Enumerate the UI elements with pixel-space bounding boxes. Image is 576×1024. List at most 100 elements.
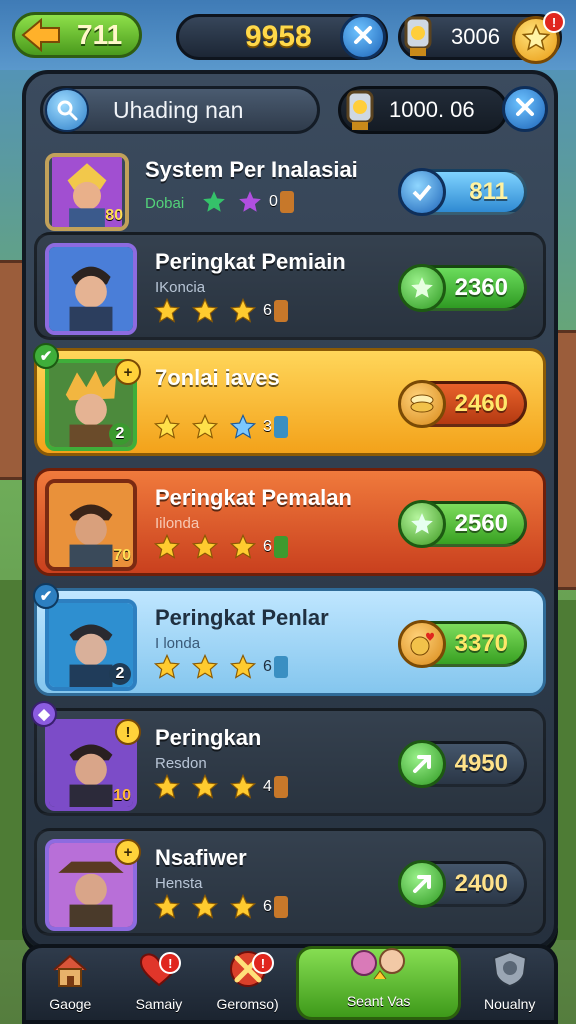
star-burst-icon xyxy=(398,500,446,548)
score-badge[interactable]: 2360 xyxy=(398,264,527,312)
trophy-lantern-icon xyxy=(398,10,438,60)
score-badge[interactable]: 2400 xyxy=(398,860,527,908)
house-icon xyxy=(50,952,90,992)
star-icon xyxy=(191,297,219,323)
bottom-navigation: Gaoge ! Samaiy ! Geromso) Seant Vas Noua… xyxy=(22,944,558,1024)
player-subtitle: Hensta xyxy=(155,875,203,892)
avatar-level: 2 xyxy=(109,663,131,685)
panel-header: Uhading nan 1000. 06 xyxy=(36,84,548,138)
close-x-icon xyxy=(352,24,374,50)
score-value: 3370 xyxy=(454,630,508,657)
score-value: 811 xyxy=(469,178,508,205)
star-icon xyxy=(191,413,219,439)
star-icon xyxy=(153,413,181,439)
player-subtitle: Iilonda xyxy=(155,515,200,532)
back-button[interactable]: 711 xyxy=(12,12,142,58)
rank-number: 0 xyxy=(269,193,278,210)
star-icon xyxy=(229,893,257,919)
star-icon xyxy=(229,653,257,679)
rank-tag-icon xyxy=(273,896,288,918)
rank-number: 4 xyxy=(263,778,272,795)
player-name: 7onlai iaves xyxy=(155,365,280,390)
rank-tag-icon xyxy=(273,300,288,322)
star-icon xyxy=(153,297,181,323)
coin-stack-icon xyxy=(398,380,446,428)
score-badge[interactable]: 2460 xyxy=(398,380,527,428)
score-value: 2460 xyxy=(454,390,508,417)
player-name: Nsafiwer xyxy=(155,845,247,870)
nav-item-friends[interactable]: Seant Vas xyxy=(295,945,462,1020)
rank-tag-icon xyxy=(273,656,288,678)
gem-icon: ◆ xyxy=(31,701,57,727)
rank-stars: 6 xyxy=(153,533,288,561)
list-item[interactable]: Peringkat Pemiain IKoncia 6 2360 xyxy=(34,232,546,340)
player-subtitle: Resdon xyxy=(155,755,207,772)
rank-tag-icon xyxy=(273,776,288,798)
star-button[interactable]: ! xyxy=(512,11,565,64)
plus-icon: + xyxy=(115,839,141,865)
score-badge[interactable]: 4950 xyxy=(398,740,527,788)
avatar xyxy=(45,243,137,335)
gem-value: 3006 xyxy=(451,24,500,49)
star-icon xyxy=(153,893,181,919)
friends-icon xyxy=(344,945,414,989)
nav-label: Seant Vas xyxy=(346,993,411,1009)
player-name: Peringkan xyxy=(155,725,262,750)
shield-icon xyxy=(490,950,530,992)
star-icon xyxy=(191,533,219,559)
search-text: Uhading nan xyxy=(113,96,244,123)
rank-stars: 4 xyxy=(153,773,288,801)
star-icon xyxy=(229,413,257,439)
star-burst-icon xyxy=(398,264,446,312)
search-field[interactable]: Uhading nan xyxy=(40,86,320,134)
avatar: 70 xyxy=(45,479,137,571)
nav-item-home[interactable]: Gaoge xyxy=(26,948,115,1020)
rank-number: 3 xyxy=(263,418,272,435)
nav-item-summary[interactable]: ! Samaiy xyxy=(115,948,204,1020)
score-value: 2360 xyxy=(454,274,508,301)
score-value: 4950 xyxy=(454,750,508,777)
nav-item-shield[interactable]: Noualny xyxy=(465,948,554,1020)
nav-label: Samaiy xyxy=(135,996,183,1012)
notification-badge: ! xyxy=(543,11,565,33)
coin-value: 9958 xyxy=(245,20,312,53)
score-badge[interactable]: 2560 xyxy=(398,500,527,548)
score-badge[interactable]: 811 xyxy=(398,168,527,216)
avatar: 80 xyxy=(45,153,129,231)
star-icon xyxy=(229,297,257,323)
player-name: System Per Inalasiai xyxy=(145,157,358,182)
star-icon xyxy=(191,773,219,799)
rank-tag-icon xyxy=(273,416,288,438)
coin-heart-icon xyxy=(398,620,446,668)
score-badge[interactable]: 3370 xyxy=(398,620,527,668)
close-panel-button[interactable] xyxy=(502,86,548,132)
back-button-value: 711 xyxy=(77,19,123,50)
rank-number: 6 xyxy=(263,302,272,319)
lantern-icon xyxy=(338,84,382,136)
top-bar: 711 9958 3006 ! xyxy=(0,6,576,64)
player-subtitle: IKoncia xyxy=(155,279,206,296)
star-icon xyxy=(229,773,257,799)
list-item[interactable]: + Nsafiwer Hensta 6 2400 xyxy=(34,828,546,936)
avatar-level: 70 xyxy=(113,547,131,564)
rank-number: 6 xyxy=(263,538,272,555)
rank-tag-icon xyxy=(273,536,288,558)
list-item[interactable]: 10 ◆ ! Peringkan Resdon 4 4950 xyxy=(31,701,546,816)
list-item[interactable]: 2 ✔ Peringkat Penlar I londa 6 3370 xyxy=(33,583,546,696)
score-value: 2560 xyxy=(454,510,508,537)
list-item[interactable]: 2 ✔ + 7onlai iaves 3 2460 xyxy=(33,343,546,456)
star-icon xyxy=(153,533,181,559)
player-name: Peringkat Pemiain xyxy=(155,249,346,274)
star-icon xyxy=(191,893,219,919)
add-coins-button[interactable] xyxy=(340,14,386,60)
badge-icon: ✔ xyxy=(33,583,59,609)
nav-label: Geromso) xyxy=(216,996,279,1012)
list-item[interactable]: 70 Peringkat Pemalan Iilonda 6 2560 xyxy=(34,468,546,576)
player-name: Peringkat Penlar xyxy=(155,605,329,630)
star-icon xyxy=(153,773,181,799)
nav-item-battle[interactable]: ! Geromso) xyxy=(203,948,292,1020)
nav-label: Noualny xyxy=(484,996,536,1012)
leaderboard-panel: Uhading nan 1000. 06 80 System Per Inala… xyxy=(22,70,558,950)
avatar-level: 80 xyxy=(105,207,123,224)
avatar: 2 xyxy=(45,599,137,691)
